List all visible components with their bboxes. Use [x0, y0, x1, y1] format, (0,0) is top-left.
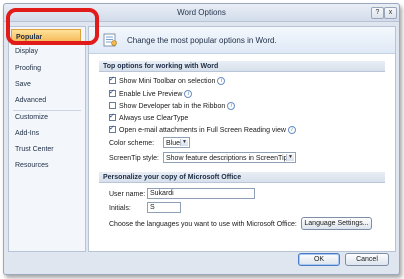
- sidebar-item-trust-center[interactable]: Trust Center: [15, 146, 54, 153]
- sidebar-item-add-ins[interactable]: Add-Ins: [15, 130, 39, 137]
- option-label: Always use ClearType: [119, 115, 189, 122]
- checkbox[interactable]: [109, 75, 116, 84]
- chevron-down-icon: ▼: [286, 154, 294, 161]
- header-band: Change the most popular options in Word.: [89, 27, 395, 54]
- sidebar-item-customize[interactable]: Customize: [15, 114, 48, 121]
- screentip-style-label: ScreenTip style:: [109, 155, 159, 162]
- checkbox[interactable]: [109, 101, 116, 109]
- option-developer-tab[interactable]: Show Developer tab in the Ribbon i: [109, 101, 236, 111]
- option-cleartype[interactable]: Always use ClearType: [109, 112, 189, 123]
- screentip-style-value: Show feature descriptions in ScreenTips: [166, 155, 292, 162]
- section-top-options: Top options for working with Word: [99, 61, 385, 72]
- sidebar-divider: [13, 110, 81, 111]
- username-field[interactable]: Sukardi: [147, 188, 255, 199]
- checkbox[interactable]: [109, 124, 116, 133]
- checkbox[interactable]: [109, 88, 116, 97]
- chevron-down-icon: ▼: [180, 139, 188, 146]
- color-scheme-value: Blue: [166, 140, 181, 147]
- sidebar-item-advanced[interactable]: Advanced: [15, 97, 46, 104]
- highlight-marker: [6, 8, 99, 45]
- languages-text: Choose the languages you want to use wit…: [109, 221, 297, 228]
- checkbox[interactable]: [109, 112, 116, 121]
- option-label: Enable Live Preview: [119, 91, 183, 98]
- sidebar-item-resources[interactable]: Resources: [15, 162, 48, 169]
- language-settings-button[interactable]: Language Settings...: [301, 217, 372, 230]
- option-label: Show Mini Toolbar on selection: [119, 78, 216, 85]
- info-icon: i: [227, 102, 236, 111]
- info-icon: i: [184, 90, 193, 99]
- option-live-preview[interactable]: Enable Live Previewi: [109, 88, 193, 99]
- header-text: Change the most popular options in Word.: [127, 36, 277, 45]
- option-full-screen-reading[interactable]: Open e-mail attachments in Full Screen R…: [109, 124, 296, 135]
- close-button[interactable]: x: [384, 7, 397, 19]
- sidebar-item-proofing[interactable]: Proofing: [15, 65, 41, 72]
- screentip-style-select[interactable]: Show feature descriptions in ScreenTips …: [163, 152, 296, 163]
- option-label: Show Developer tab in the Ribbon: [119, 103, 226, 110]
- help-button[interactable]: ?: [371, 7, 384, 19]
- color-scheme-select[interactable]: Blue ▼: [163, 137, 190, 148]
- cancel-button[interactable]: Cancel: [345, 253, 389, 266]
- options-icon: [103, 33, 117, 47]
- option-label: Open e-mail attachments in Full Screen R…: [119, 127, 286, 134]
- main-panel: Change the most popular options in Word.…: [88, 26, 396, 252]
- option-mini-toolbar[interactable]: Show Mini Toolbar on selectioni: [109, 75, 226, 86]
- sidebar-item-save[interactable]: Save: [15, 81, 31, 88]
- sidebar-item-display[interactable]: Display: [15, 48, 38, 55]
- sidebar: Popular Display Proofing Save Advanced C…: [8, 26, 86, 252]
- ok-button[interactable]: OK: [298, 253, 340, 266]
- color-scheme-label: Color scheme:: [109, 140, 155, 147]
- initials-field[interactable]: S: [147, 202, 181, 213]
- username-label: User name:: [109, 191, 146, 198]
- initials-label: Initials:: [109, 205, 131, 212]
- word-options-dialog: Word Options ? x Popular Display Proofin…: [3, 3, 400, 275]
- info-icon: i: [217, 77, 226, 86]
- section-personalize: Personalize your copy of Microsoft Offic…: [99, 172, 385, 183]
- info-icon: i: [287, 126, 296, 135]
